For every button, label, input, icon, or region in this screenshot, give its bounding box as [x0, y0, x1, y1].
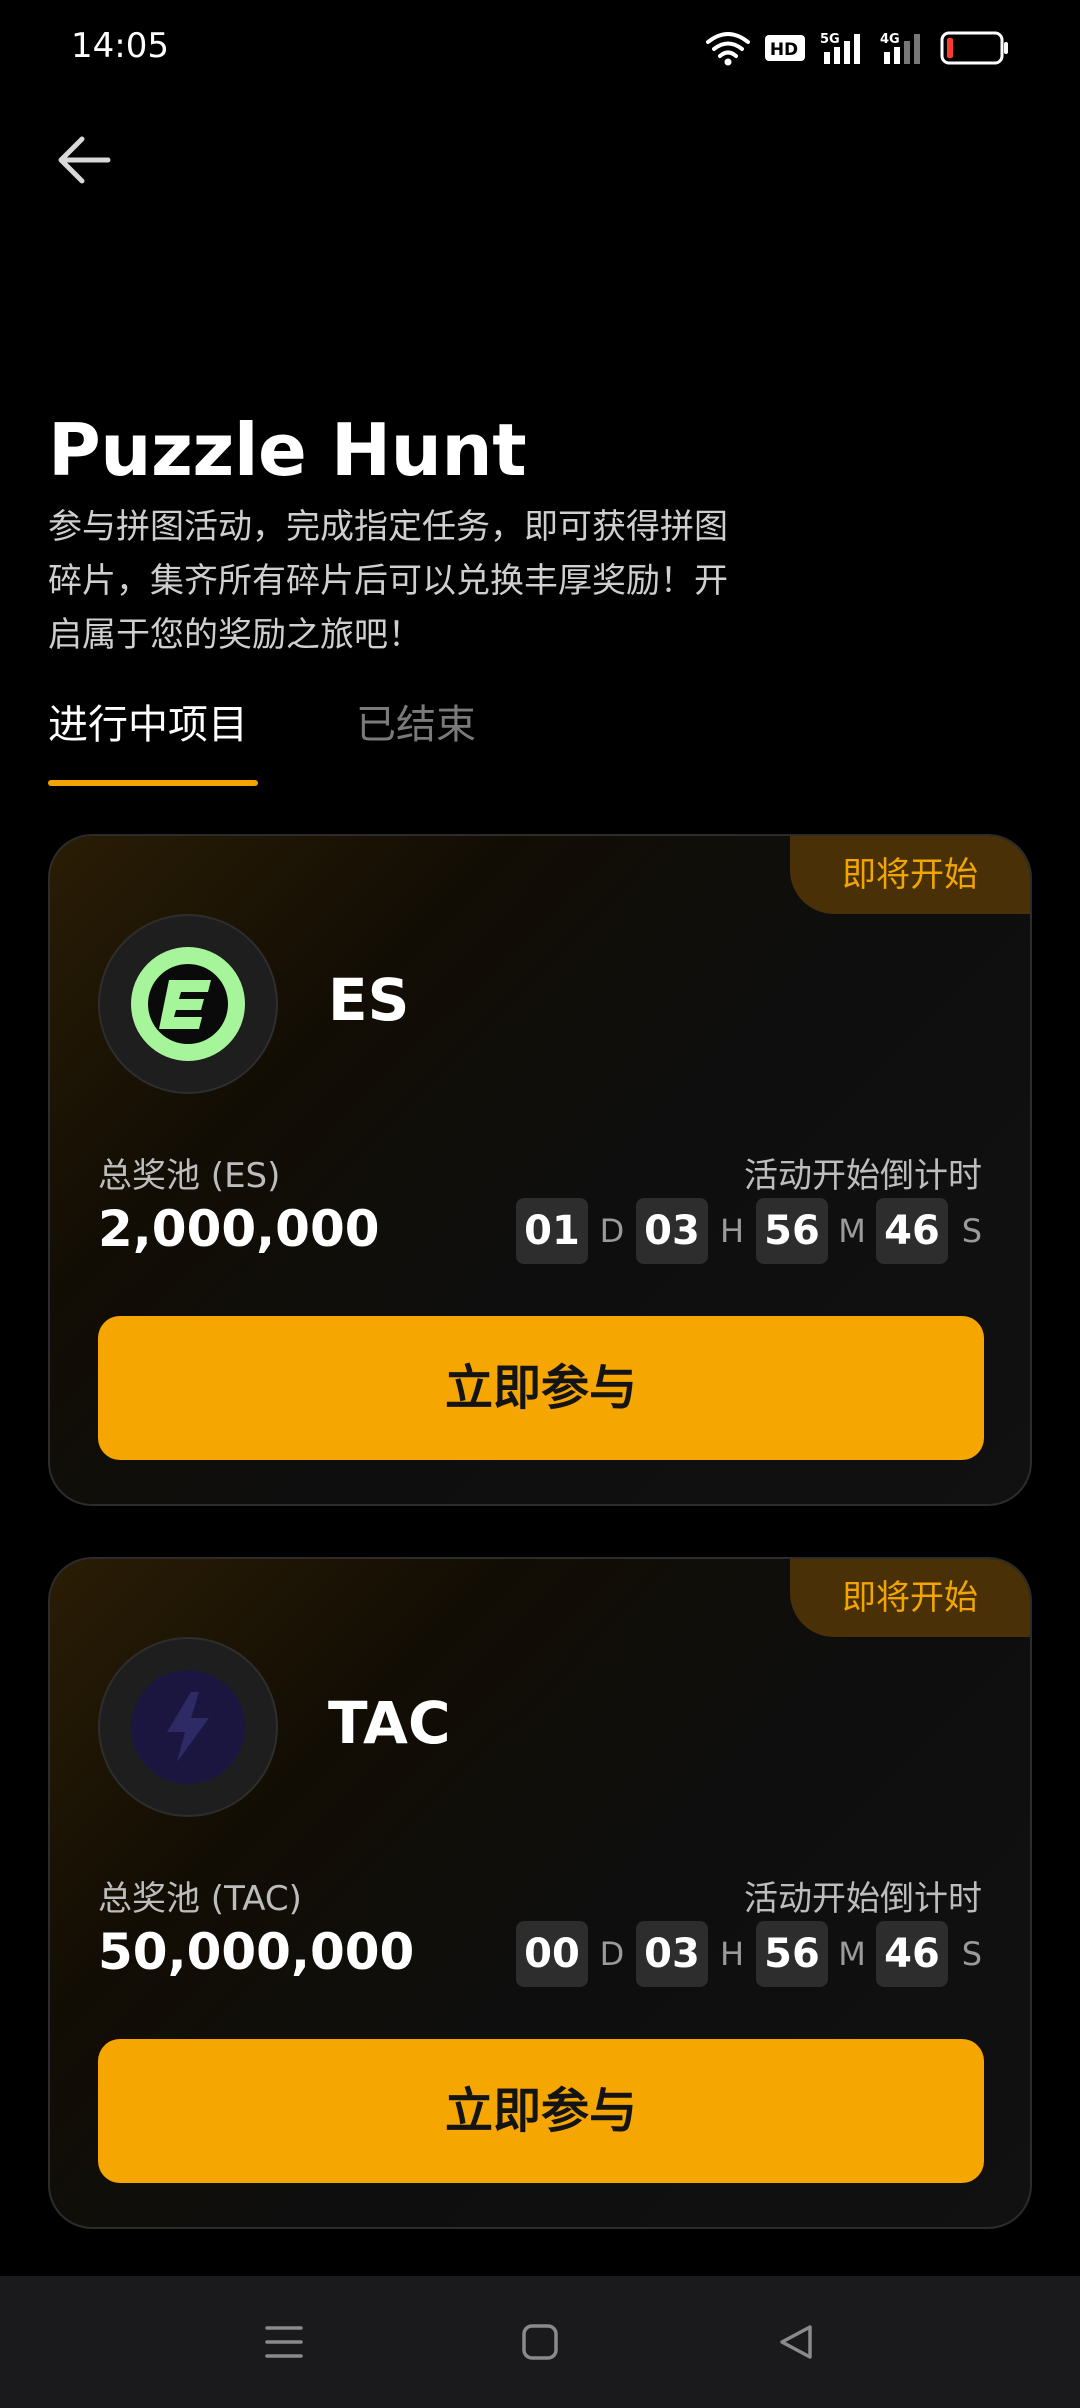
status-badge: 即将开始	[790, 1559, 1030, 1637]
countdown-minutes: 56	[756, 1198, 828, 1264]
back-triangle-icon	[780, 2325, 812, 2359]
arrow-left-icon	[58, 136, 111, 184]
signal-5g-icon: 5G	[820, 32, 860, 64]
countdown-days: 01	[516, 1198, 588, 1264]
join-button[interactable]: 立即参与	[98, 1316, 984, 1460]
net2-label: 4G	[880, 32, 900, 47]
countdown-hours-unit: H	[719, 1212, 745, 1250]
nav-back-button[interactable]	[766, 2312, 826, 2372]
countdown-hours: 03	[636, 1198, 708, 1264]
es-token-icon	[131, 947, 245, 1061]
hd-label: HD	[770, 40, 798, 60]
net1-label: 5G	[820, 32, 840, 47]
countdown-label: 活动开始倒计时	[744, 1879, 982, 1919]
countdown-hours-unit: H	[719, 1935, 745, 1973]
countdown-minutes-unit: M	[838, 1935, 866, 1973]
pool-value: 50,000,000	[98, 1923, 415, 1981]
status-icons: HD 5G 4G	[706, 28, 1010, 68]
page-title: Puzzle Hunt	[48, 408, 527, 492]
countdown-days: 00	[516, 1921, 588, 1987]
countdown-minutes: 56	[756, 1921, 828, 1987]
countdown-minutes-unit: M	[838, 1212, 866, 1250]
countdown-seconds-unit: S	[961, 1935, 982, 1973]
wifi-icon	[706, 32, 750, 66]
project-card-es[interactable]: 即将开始 ES 总奖池 (ES) 2,000,000 活动开始倒计时 01 D …	[48, 834, 1032, 1506]
countdown-days-unit: D	[599, 1935, 625, 1973]
tab-bar: 进行中项目 已结束	[48, 690, 1048, 786]
countdown-timer: 00 D 03 H 56 M 46 S	[516, 1921, 982, 1987]
battery-low-icon	[940, 31, 1008, 65]
tac-token-icon	[131, 1670, 245, 1784]
countdown-seconds: 46	[876, 1198, 948, 1264]
tab-active-indicator	[48, 780, 258, 786]
pool-label: 总奖池 (ES)	[98, 1156, 281, 1196]
page-description: 参与拼图活动，完成指定任务，即可获得拼图碎片，集齐所有碎片后可以兑换丰厚奖励！开…	[48, 507, 728, 655]
home-square-icon	[522, 2324, 558, 2360]
token-logo	[98, 1637, 278, 1817]
nav-menu-button[interactable]	[254, 2312, 314, 2372]
page: 14:05 HD 5G 4G Puzzle Hunt 参与拼图活动，完成指定任务…	[0, 0, 1080, 2408]
hd-icon: HD	[765, 35, 805, 61]
project-card-tac[interactable]: 即将开始 TAC 总奖池 (TAC) 50,000,000 活动开始倒计时 00…	[48, 1557, 1032, 2229]
system-nav-bar	[0, 2276, 1080, 2408]
countdown-label: 活动开始倒计时	[744, 1156, 982, 1196]
tab-ended[interactable]: 已结束	[356, 690, 476, 760]
menu-icon	[265, 2326, 303, 2358]
countdown-timer: 01 D 03 H 56 M 46 S	[516, 1198, 982, 1264]
countdown-hours: 03	[636, 1921, 708, 1987]
nav-home-button[interactable]	[510, 2312, 570, 2372]
back-button[interactable]	[52, 128, 116, 192]
countdown-seconds: 46	[876, 1921, 948, 1987]
status-bar: 14:05 HD 5G 4G	[0, 0, 1080, 96]
token-logo	[98, 914, 278, 1094]
status-time: 14:05	[71, 26, 169, 66]
token-name: TAC	[328, 1689, 451, 1757]
signal-4g-icon: 4G	[880, 32, 920, 64]
pool-value: 2,000,000	[98, 1200, 380, 1258]
pool-label: 总奖池 (TAC)	[98, 1879, 302, 1919]
tab-in-progress[interactable]: 进行中项目	[48, 690, 248, 760]
countdown-days-unit: D	[599, 1212, 625, 1250]
token-name: ES	[328, 966, 410, 1034]
join-button[interactable]: 立即参与	[98, 2039, 984, 2183]
status-badge: 即将开始	[790, 836, 1030, 914]
countdown-seconds-unit: S	[961, 1212, 982, 1250]
